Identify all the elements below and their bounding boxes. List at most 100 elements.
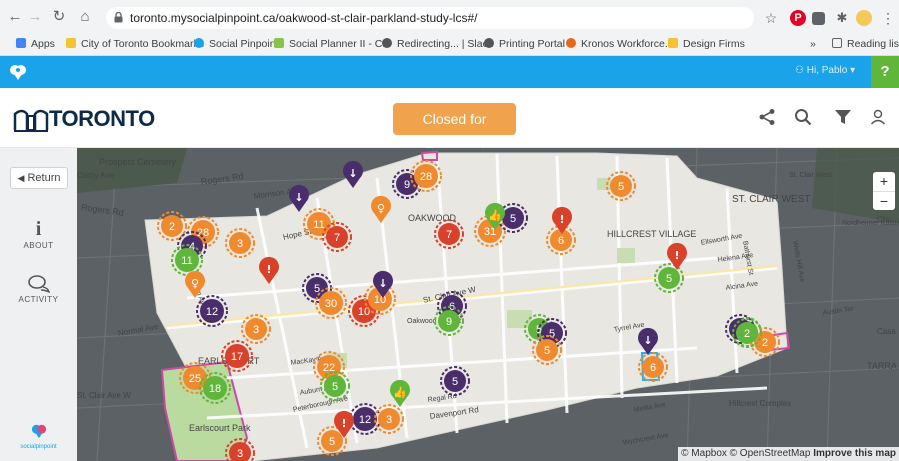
cluster-count: 3 — [253, 324, 259, 336]
bookmark-design-firms[interactable]: Design Firms — [668, 36, 745, 52]
cluster-count: 3 — [237, 238, 243, 250]
map-place-label: St. Clair West — [789, 172, 832, 179]
cluster-count: 9 — [446, 316, 452, 328]
bookmark-apps[interactable]: Apps — [16, 36, 55, 52]
user-icon: ⚇ — [795, 65, 807, 76]
chat-bubbles-icon — [27, 275, 50, 294]
profile-avatar[interactable] — [856, 10, 872, 26]
back-icon[interactable]: ← — [6, 8, 24, 26]
bookmark-slack[interactable]: Redirecting... | Slack — [382, 36, 493, 52]
zoom-controls: + − — [873, 172, 895, 210]
map-place-label: Casa — [877, 327, 896, 336]
pinterest-icon[interactable]: P — [790, 10, 806, 26]
about-button[interactable]: i ABOUT — [0, 218, 77, 250]
menu-dots-icon[interactable]: ⋮ — [880, 10, 896, 26]
cluster-count: 25 — [189, 373, 201, 385]
map-place-label: HILLCREST VILLAGE — [607, 229, 696, 239]
closed-for-comment-button[interactable]: Closed for Comment — [393, 103, 516, 159]
cluster-count: 3 — [237, 448, 243, 460]
socialpinpoint-brand[interactable]: socialpinpoint — [0, 423, 77, 450]
address-bar[interactable]: toronto.mysocialpinpoint.ca/oakwood-st-c… — [106, 7, 754, 29]
cluster-count: 5 — [510, 213, 516, 225]
cluster-count: 5 — [549, 328, 555, 340]
cluster-count: 5 — [332, 381, 338, 393]
cluster-count: 17 — [231, 351, 243, 363]
cluster-count: 7 — [446, 229, 452, 241]
cluster-count: 5 — [329, 436, 335, 448]
caret-left-icon: ◀ — [17, 173, 25, 183]
city-hall-icon — [13, 109, 49, 132]
cluster-count: 12 — [359, 414, 371, 426]
help-button[interactable]: ? — [871, 56, 899, 88]
account-icon[interactable] — [868, 108, 888, 128]
pin-glyph-icon: ♀ — [191, 277, 199, 290]
activity-button[interactable]: ACTIVITY — [0, 275, 77, 304]
left-sidebar: ◀ Return i ABOUT ACTIVITY socialpinpoint — [0, 148, 77, 461]
forward-icon[interactable]: → — [26, 8, 44, 26]
pin-glyph-icon: ! — [674, 249, 679, 262]
user-menu[interactable]: ⚇ Hi, Pablo ▾ — [795, 65, 855, 76]
cluster-count: 11 — [181, 255, 192, 267]
cluster-count: 28 — [420, 171, 432, 183]
pin-glyph-icon: 👍 — [393, 386, 407, 399]
pin-glyph-icon: ! — [266, 263, 271, 276]
cluster-count: 11 — [313, 219, 324, 231]
cluster-count: 5 — [544, 345, 550, 357]
search-icon[interactable] — [793, 108, 813, 128]
toronto-logo[interactable]: TORONTO — [13, 103, 155, 135]
cluster-count: 22 — [323, 362, 335, 374]
bookmark-city-toronto[interactable]: City of Toronto Bookmarks — [66, 36, 204, 52]
map-place-label: TARRA VILLA — [867, 361, 899, 371]
bookmarks-bar: Apps City of Toronto Bookmarks Social Pi… — [0, 34, 899, 54]
cluster-count: 7 — [334, 232, 340, 244]
filter-icon[interactable] — [833, 108, 853, 128]
bookmarks-more[interactable]: » — [810, 36, 816, 52]
map-svg: Prospect CemeteryCorby Ave Rogers RdMorri… — [77, 148, 899, 461]
map-place-label: Earlscourt Park — [189, 423, 251, 433]
share-icon[interactable] — [757, 108, 777, 128]
puzzle-icon[interactable]: ✱ — [834, 10, 850, 26]
comment-cluster-marker[interactable]: 3 — [225, 438, 255, 461]
pin-glyph-icon: ↓ — [294, 191, 303, 204]
site-header: TORONTO Closed for Comment — [0, 88, 899, 159]
bookmark-kronos[interactable]: Kronos Workforce... — [566, 36, 674, 52]
pin-glyph-icon: ♀ — [377, 202, 385, 215]
zoom-in-button[interactable]: + — [873, 172, 895, 192]
map-place-label: St. Clair Ave W — [77, 391, 131, 400]
browser-chrome: ← → ↻ ⌂ toronto.mysocialpinpoint.ca/oakw… — [0, 0, 899, 56]
return-button[interactable]: ◀ Return — [10, 167, 68, 189]
bookmark-social-pinpoint[interactable]: Social Pinpoint — [194, 36, 278, 52]
socialpinpoint-logo-icon[interactable] — [9, 63, 27, 81]
map-place-label: OAKWOOD — [408, 213, 457, 223]
reload-icon[interactable]: ↻ — [50, 8, 68, 26]
pin-glyph-icon: ↓ — [643, 334, 652, 347]
star-icon[interactable]: ☆ — [763, 10, 779, 26]
cluster-count: 18 — [209, 383, 221, 395]
pin-glyph-icon: ↓ — [378, 277, 387, 290]
cluster-count: 2 — [762, 337, 768, 349]
info-icon: i — [35, 218, 42, 240]
cluster-count: 5 — [618, 181, 624, 193]
improve-map-link[interactable]: Improve this map — [813, 448, 896, 459]
cluster-count: 6 — [650, 362, 656, 374]
app-top-bar: ⚇ Hi, Pablo ▾ ? — [0, 56, 899, 88]
extension-icon[interactable] — [812, 12, 825, 25]
cluster-count: 30 — [325, 298, 337, 310]
cluster-count: 12 — [206, 306, 218, 318]
map-canvas[interactable]: Prospect Cemetery Corby Ave Rogers Rd Morri… — [77, 148, 899, 461]
lock-icon — [114, 12, 123, 23]
cluster-count: 6 — [558, 235, 564, 247]
zoom-out-button[interactable]: − — [873, 192, 895, 211]
url-text: toronto.mysocialpinpoint.ca/oakwood-st-c… — [130, 11, 478, 25]
home-icon[interactable]: ⌂ — [76, 8, 94, 26]
cluster-count: 2 — [169, 221, 175, 233]
bookmark-printing[interactable]: Printing Portal — [484, 36, 565, 52]
cluster-count: 5 — [666, 273, 672, 285]
map-place-label: Prospect Cemetery — [99, 157, 177, 167]
cluster-count: 9 — [404, 179, 410, 191]
reading-list[interactable]: Reading list — [832, 36, 899, 52]
map-place-label: Corby Ave — [77, 171, 114, 180]
map-place-label: Chu — [877, 215, 892, 224]
pin-glyph-icon: ! — [559, 213, 564, 226]
bookmark-social-planner[interactable]: Social Planner II - C... — [274, 36, 391, 52]
